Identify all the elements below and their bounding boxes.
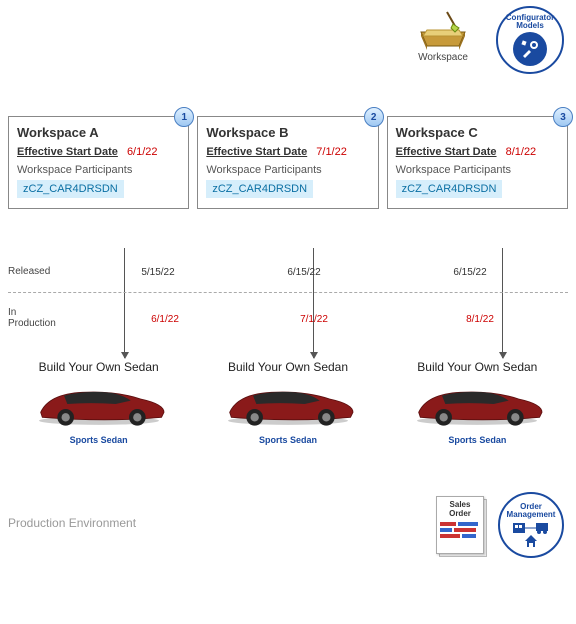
car-icon: [213, 378, 363, 430]
flow-section: Released 5/15/22 6/15/22 6/15/22 In Prod…: [8, 240, 568, 331]
participant-code: zCZ_CAR4DRSDN: [206, 180, 313, 198]
step-badge: 2: [364, 107, 384, 127]
build-title: Build Your Own Sedan: [387, 360, 568, 374]
in-production-label: In Production: [8, 307, 70, 329]
released-date: 5/15/22: [141, 267, 174, 278]
step-badge: 1: [174, 107, 194, 127]
effective-date-label: Effective Start Date: [17, 146, 118, 158]
build-col: Build Your Own Sedan Sports Sedan: [197, 360, 378, 445]
builds-row: Build Your Own Sedan Sports Sedan Build …: [8, 360, 568, 445]
workspace-card-b: 2 Workspace B Effective Start Date 7/1/2…: [197, 116, 378, 209]
car-caption: Sports Sedan: [387, 435, 568, 445]
effective-date-row: Effective Start Date 7/1/22: [206, 146, 369, 158]
dashed-divider: [8, 292, 568, 293]
released-label: Released: [8, 266, 70, 277]
car-caption: Sports Sedan: [197, 435, 378, 445]
in-production-date: 6/1/22: [151, 314, 179, 325]
car-icon: [402, 378, 552, 430]
sandbox-icon: [413, 6, 473, 50]
bottom-icon-row: Sales Order Order Management: [436, 492, 564, 558]
workspace-card-a: 1 Workspace A Effective Start Date 6/1/2…: [8, 116, 189, 209]
workspace-label: Workspace: [418, 52, 468, 63]
participants-label: Workspace Participants: [206, 164, 369, 176]
effective-date-row: Effective Start Date 8/1/22: [396, 146, 559, 158]
step-badge: 3: [553, 107, 573, 127]
released-date: 6/15/22: [453, 267, 486, 278]
effective-date-label: Effective Start Date: [396, 146, 497, 158]
build-title: Build Your Own Sedan: [8, 360, 189, 374]
participant-code: zCZ_CAR4DRSDN: [17, 180, 124, 198]
sales-order-icon: Sales Order: [436, 496, 484, 554]
released-date: 6/15/22: [287, 267, 320, 278]
in-production-date: 7/1/22: [300, 314, 328, 325]
card-title: Workspace C: [396, 125, 559, 140]
workspace-cards-row: 1 Workspace A Effective Start Date 6/1/2…: [8, 116, 568, 209]
effective-date-value: 8/1/22: [506, 146, 537, 158]
supply-chain-icon: [511, 521, 551, 547]
participant-code: zCZ_CAR4DRSDN: [396, 180, 503, 198]
card-title: Workspace B: [206, 125, 369, 140]
workspace-card-c: 3 Workspace C Effective Start Date 8/1/2…: [387, 116, 568, 209]
order-management-label: Order Management: [507, 503, 556, 520]
car-caption: Sports Sedan: [8, 435, 189, 445]
build-title: Build Your Own Sedan: [197, 360, 378, 374]
build-col: Build Your Own Sedan Sports Sedan: [387, 360, 568, 445]
effective-date-label: Effective Start Date: [206, 146, 307, 158]
top-icon-row: Workspace Configurator Models: [408, 6, 564, 74]
in-production-date: 8/1/22: [466, 314, 494, 325]
workspace-icon-group: Workspace: [408, 6, 478, 63]
build-col: Build Your Own Sedan Sports Sedan: [8, 360, 189, 445]
participants-label: Workspace Participants: [396, 164, 559, 176]
effective-date-row: Effective Start Date 6/1/22: [17, 146, 180, 158]
order-management-circle: Order Management: [498, 492, 564, 558]
participants-label: Workspace Participants: [17, 164, 180, 176]
configurator-models-circle: Configurator Models: [496, 6, 564, 74]
car-icon: [24, 378, 174, 430]
effective-date-value: 6/1/22: [127, 146, 158, 158]
configurator-label: Configurator Models: [506, 14, 554, 31]
tools-icon: [513, 32, 547, 66]
effective-date-value: 7/1/22: [316, 146, 347, 158]
production-environment-label: Production Environment: [8, 516, 136, 530]
card-title: Workspace A: [17, 125, 180, 140]
